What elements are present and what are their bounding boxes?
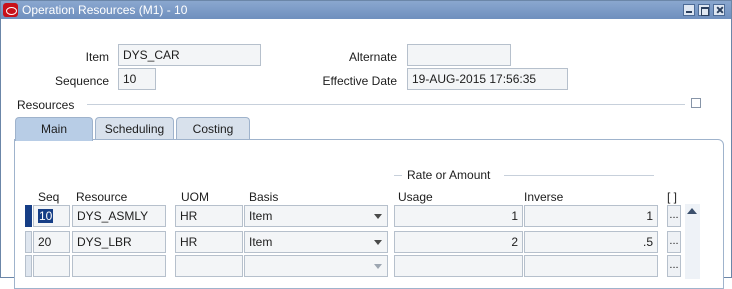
basis-select[interactable]: Item (244, 205, 388, 227)
effective-date-label: Effective Date (322, 74, 397, 88)
section-divider (87, 104, 685, 105)
seq-value: 10 (38, 209, 54, 223)
group-line-left (394, 175, 402, 176)
basis-value: Item (249, 209, 273, 223)
col-basis: Basis (249, 190, 279, 204)
usage-cell[interactable] (394, 255, 523, 277)
chevron-down-icon[interactable] (374, 264, 382, 269)
tab-scheduling[interactable]: Scheduling (95, 117, 174, 140)
col-usage: Usage (398, 190, 433, 204)
minimize-icon[interactable] (683, 4, 695, 16)
maximize-icon[interactable] (698, 4, 710, 16)
col-inverse: Inverse (524, 190, 564, 204)
flex-field-button[interactable]: ... (667, 255, 681, 277)
flex-field-button[interactable]: ... (667, 205, 681, 227)
uom-cell[interactable]: HR (175, 205, 243, 227)
sequence-field[interactable]: 10 (118, 68, 156, 90)
row-indicator[interactable] (25, 255, 32, 277)
col-resource: Resource (76, 190, 128, 204)
basis-select[interactable] (244, 255, 388, 277)
section-checkbox[interactable] (691, 98, 701, 108)
inverse-cell[interactable]: .5 (524, 231, 658, 253)
col-uom: UOM (181, 190, 209, 204)
row-indicator[interactable] (25, 231, 32, 253)
basis-value: Item (249, 235, 273, 249)
item-label: Item (85, 50, 109, 64)
alternate-label: Alternate (348, 50, 397, 64)
item-field[interactable]: DYS_CAR (118, 44, 261, 66)
seq-cell[interactable]: 20 (33, 231, 70, 253)
row-indicator-current[interactable] (25, 205, 32, 227)
close-icon[interactable] (713, 4, 725, 16)
title-bar[interactable]: Operation Resources (M1) - 10 (1, 1, 731, 19)
window-title: Operation Resources (M1) - 10 (22, 3, 188, 17)
uom-cell[interactable] (175, 255, 243, 277)
resource-cell[interactable] (72, 255, 166, 277)
operation-resources-window: Operation Resources (M1) - 10 Item DYS_C… (0, 0, 732, 289)
resource-cell[interactable]: DYS_LBR (72, 231, 166, 253)
effective-date-field[interactable]: 19-AUG-2015 17:56:35 (407, 68, 568, 90)
scroll-up-icon[interactable] (687, 208, 697, 214)
col-seq: Seq (38, 190, 60, 204)
inverse-cell[interactable]: 1 (524, 205, 658, 227)
chevron-down-icon[interactable] (374, 214, 382, 219)
col-flex: [ ] (667, 190, 678, 204)
rate-or-amount-header: Rate or Amount (407, 168, 491, 182)
usage-cell[interactable]: 1 (394, 205, 523, 227)
usage-cell[interactable]: 2 (394, 231, 523, 253)
sequence-label: Sequence (54, 74, 109, 88)
flex-field-button[interactable]: ... (667, 231, 681, 253)
resource-cell[interactable]: DYS_ASMLY (72, 205, 166, 227)
alternate-field[interactable] (407, 44, 511, 66)
group-line-right (504, 175, 654, 176)
vertical-scrollbar[interactable] (685, 204, 700, 279)
resources-section-title: Resources (17, 98, 75, 112)
seq-cell[interactable] (33, 255, 70, 277)
basis-select[interactable]: Item (244, 231, 388, 253)
chevron-down-icon[interactable] (374, 240, 382, 245)
seq-cell[interactable]: 10 (33, 205, 70, 227)
oracle-logo-icon (3, 3, 18, 17)
inverse-cell[interactable] (524, 255, 658, 277)
tab-costing[interactable]: Costing (176, 117, 250, 140)
tab-main[interactable]: Main (15, 117, 93, 141)
uom-cell[interactable]: HR (175, 231, 243, 253)
